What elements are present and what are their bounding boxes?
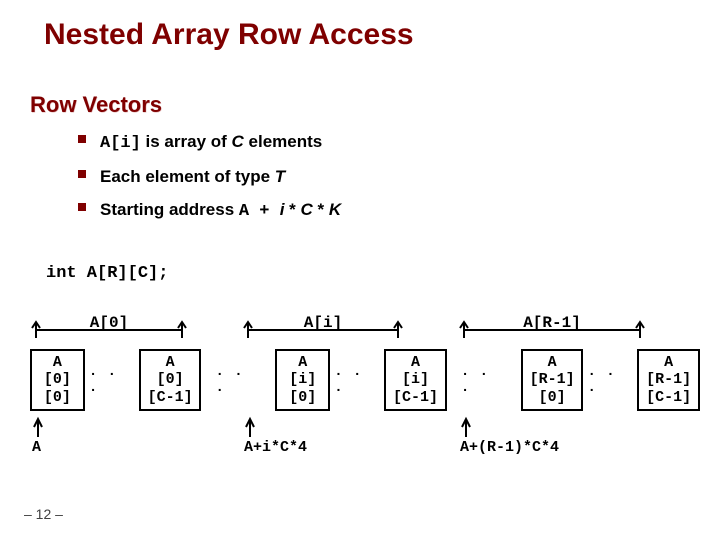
array-diagram: A[0] A[i] [30, 316, 700, 453]
bullet-icon [78, 135, 86, 143]
ellipsis: . . . [85, 364, 139, 396]
address-label-right: A+(R-1)*C*4 [460, 439, 559, 456]
bullet-1-text-b: elements [244, 132, 322, 151]
bullet-3-K: K [329, 200, 341, 219]
bullet-3-text: Starting address [100, 200, 239, 219]
bullet-icon [78, 170, 86, 178]
array-box: A [0] [0] [30, 349, 85, 411]
bullet-3-mid2: * [313, 200, 329, 219]
bullet-1-code: A[i] [100, 134, 141, 153]
ellipsis: . . . [583, 364, 637, 396]
bullet-list: A[i] is array of C elements Each element… [78, 128, 341, 232]
page-number: – 12 – [24, 506, 63, 522]
bullet-1-C: C [232, 132, 244, 151]
bullet-2-T: T [275, 167, 285, 186]
bullet-1-text-a: is array of [141, 132, 232, 151]
bullet-3-code: A + [239, 202, 280, 221]
bracket-label-mid: A[i] [242, 314, 404, 332]
bullet-3: Starting address A + i * C * K [78, 196, 341, 225]
bullet-icon [78, 203, 86, 211]
bullet-1: A[i] is array of C elements [78, 128, 341, 157]
bullet-2-text: Each element of type [100, 167, 275, 186]
bullet-3-C: C [300, 200, 312, 219]
address-label-left: A [32, 439, 41, 456]
bullet-2: Each element of type T [78, 163, 341, 190]
bracket-label-left: A[0] [30, 314, 188, 332]
array-box: A [i] [0] [275, 349, 330, 411]
bullet-3-mid: * [284, 200, 300, 219]
bracket-label-right: A[R-1] [458, 314, 646, 332]
array-box: A [R-1] [0] [521, 349, 584, 411]
ellipsis: . . . [201, 364, 275, 396]
address-label-mid: A+i*C*4 [244, 439, 307, 456]
array-box: A [0] [C-1] [139, 349, 202, 411]
ellipsis: . . . [330, 364, 384, 396]
section-heading: Row Vectors [30, 92, 162, 118]
declaration-code: int A[R][C]; [46, 264, 168, 283]
slide-title: Nested Array Row Access [44, 18, 414, 52]
array-box: A [R-1] [C-1] [637, 349, 700, 411]
array-box: A [i] [C-1] [384, 349, 447, 411]
ellipsis: . . . [447, 364, 521, 396]
